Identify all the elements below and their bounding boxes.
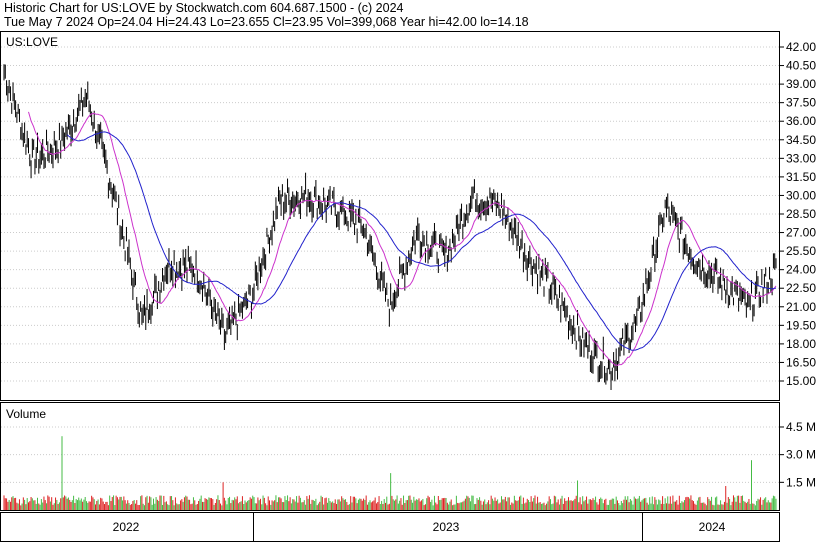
price-tick-label: 31.50 bbox=[786, 170, 816, 184]
volume-axis: 1.5 M 3.0 M 4.5 M bbox=[779, 420, 816, 489]
year-label: 2022 bbox=[113, 520, 140, 534]
price-tick-label: 40.50 bbox=[786, 59, 816, 73]
price-tick-label: 42.00 bbox=[786, 40, 816, 54]
price-tick-label: 28.50 bbox=[786, 207, 816, 221]
price-tick-label: 30.00 bbox=[786, 188, 816, 202]
stock-chart: US:LOVE 15.0016.5018.0019.5021.0022.5024… bbox=[0, 31, 816, 542]
year-label: 2023 bbox=[433, 520, 460, 534]
volume-tick-label: 1.5 M bbox=[786, 475, 816, 489]
price-axis: 15.00 16.50 18.00 19.50 21.00 22.50 24.00 25.50… bbox=[779, 40, 816, 388]
volume-gridlines bbox=[1, 426, 779, 483]
price-tick-label: 27.00 bbox=[786, 226, 816, 240]
price-tick-label: 37.50 bbox=[786, 96, 816, 110]
price-ohlc-bars bbox=[3, 64, 777, 390]
time-axis: 2022 2023 2024 bbox=[113, 513, 726, 541]
volume-label: Volume bbox=[6, 407, 46, 421]
price-tick-label: 33.00 bbox=[786, 151, 816, 165]
price-tick-label: 34.50 bbox=[786, 133, 816, 147]
price-tick-label: 25.50 bbox=[786, 244, 816, 258]
price-tick-label: 22.50 bbox=[786, 281, 816, 295]
moving-average-long bbox=[66, 131, 777, 351]
price-tick-label: 18.00 bbox=[786, 337, 816, 351]
price-tick-label: 36.00 bbox=[786, 114, 816, 128]
year-label: 2024 bbox=[699, 520, 726, 534]
price-tick-label: 19.50 bbox=[786, 318, 816, 332]
price-tick-label: 21.00 bbox=[786, 300, 816, 314]
volume-tick-label: 4.5 M bbox=[786, 420, 816, 434]
volume-bars bbox=[3, 436, 777, 510]
moving-average-short bbox=[28, 111, 777, 366]
price-tick-label: 15.00 bbox=[786, 374, 816, 388]
price-tick-label: 24.00 bbox=[786, 263, 816, 277]
volume-panel-frame bbox=[0, 402, 780, 511]
price-tick-label: 16.50 bbox=[786, 355, 816, 369]
volume-tick-label: 3.0 M bbox=[786, 448, 816, 462]
price-tick-label: 39.00 bbox=[786, 77, 816, 91]
